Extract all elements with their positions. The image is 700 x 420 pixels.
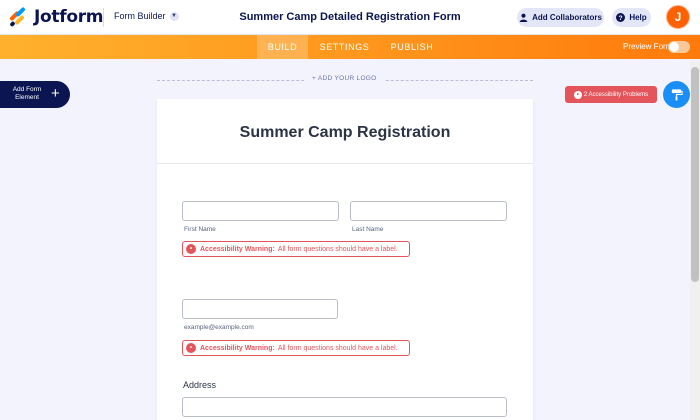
add-collaborators-label: Add Collaborators	[532, 13, 602, 22]
top-header: Jotform Form Builder ▼ Summer Camp Detai…	[0, 0, 700, 35]
jotform-logo[interactable]: Jotform	[8, 6, 104, 28]
jotform-logo-icon	[8, 6, 28, 28]
address-input[interactable]	[182, 397, 507, 417]
accessibility-problems-label: 2 Accessibility Problems	[583, 91, 649, 98]
form-designer-button[interactable]	[663, 81, 690, 108]
page-scrollbar-thumb[interactable]	[691, 67, 699, 282]
address-label[interactable]: Address	[183, 380, 216, 390]
first-name-sublabel: First Name	[184, 226, 216, 233]
header-divider	[103, 8, 104, 27]
brand-name: Jotform	[34, 7, 104, 27]
plus-icon: +	[51, 85, 60, 102]
add-collaborators-button[interactable]: Add Collaborators	[517, 8, 604, 27]
tab-settings[interactable]: SETTINGS	[313, 35, 376, 59]
tab-build[interactable]: BUILD	[257, 35, 308, 59]
svg-text:?: ?	[619, 15, 623, 22]
user-icon	[519, 13, 528, 22]
form-title[interactable]: Summer Camp Detailed Registration Form	[200, 11, 500, 23]
warning-title: Accessibility Warning:	[200, 344, 275, 352]
heading-divider	[157, 163, 533, 164]
accessibility-warning-icon: •	[186, 343, 196, 353]
tab-publish[interactable]: PUBLISH	[383, 35, 441, 59]
add-your-logo-link[interactable]: + ADD YOUR LOGO	[304, 75, 385, 82]
email-input[interactable]	[182, 299, 338, 319]
last-name-sublabel: Last Name	[352, 226, 384, 233]
first-name-input[interactable]	[182, 201, 339, 221]
accessibility-warning: • Accessibility Warning: All form questi…	[182, 340, 410, 356]
form-card: Summer Camp Registration First Name Last…	[157, 99, 533, 420]
accessibility-problems-button[interactable]: • 2 Accessibility Problems	[565, 86, 657, 103]
chevron-down-icon: ▼	[169, 11, 179, 21]
form-heading[interactable]: Summer Camp Registration	[157, 124, 533, 142]
accessibility-icon: •	[573, 90, 582, 99]
accessibility-warning-icon: •	[186, 244, 196, 254]
toggle-knob	[669, 42, 679, 52]
preview-form-label: Preview Form	[623, 42, 673, 51]
paint-roller-icon	[671, 89, 683, 101]
help-icon: ?	[616, 13, 626, 22]
email-sublabel: example@example.com	[184, 324, 254, 331]
add-form-element-label: Add Form Element	[12, 86, 42, 101]
user-avatar[interactable]: J	[666, 5, 690, 29]
add-form-element-button[interactable]: Add Form Element +	[0, 81, 70, 108]
form-builder-menu[interactable]: Form Builder ▼	[114, 11, 179, 21]
preview-form-toggle[interactable]	[668, 41, 690, 53]
accessibility-warning: • Accessibility Warning: All form questi…	[182, 241, 410, 257]
warning-message: All form questions should have a label.	[277, 344, 398, 352]
help-label: Help	[629, 13, 647, 22]
last-name-input[interactable]	[350, 201, 507, 221]
warning-message: All form questions should have a label.	[277, 245, 398, 253]
help-button[interactable]: ? Help	[612, 8, 651, 27]
form-builder-label: Form Builder	[114, 11, 166, 21]
builder-tab-bar: BUILD SETTINGS PUBLISH Preview Form	[0, 35, 700, 59]
warning-title: Accessibility Warning:	[200, 245, 275, 253]
